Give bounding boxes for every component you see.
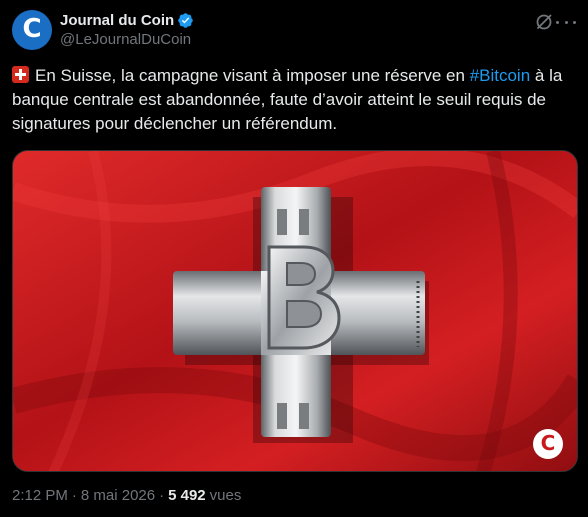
swiss-bitcoin-cross-illustration <box>13 151 577 471</box>
avatar[interactable]: C <box>12 10 52 50</box>
post-date[interactable]: 8 mai 2026 <box>81 487 155 504</box>
grok-icon[interactable] <box>534 12 554 32</box>
more-options-icon[interactable] <box>556 12 576 32</box>
author-names: Journal du Coin @LeJournalDuCoin <box>60 10 194 48</box>
verified-badge-icon <box>178 12 193 28</box>
tweet-text-before: En Suisse, la campagne visant à imposer … <box>35 66 470 85</box>
post-time[interactable]: 2:12 PM <box>12 487 68 504</box>
avatar-letter: C <box>22 14 42 44</box>
tweet-image[interactable]: C <box>12 150 578 472</box>
handle[interactable]: @LeJournalDuCoin <box>60 31 194 48</box>
tweet: C Journal du Coin @LeJournalDuCoin En Su… <box>0 0 588 517</box>
tweet-meta: 2:12 PM · 8 mai 2026 · 5 492 vues <box>12 485 241 505</box>
tweet-header: C Journal du Coin @LeJournalDuCoin <box>12 8 576 52</box>
watermark-logo-icon: C <box>533 429 563 459</box>
swiss-flag-icon <box>12 66 29 83</box>
tweet-text: En Suisse, la campagne visant à imposer … <box>12 64 578 136</box>
views-label: vues <box>209 486 242 504</box>
hashtag-link[interactable]: #Bitcoin <box>470 66 530 85</box>
meta-separator: · <box>71 486 77 504</box>
meta-separator: · <box>159 486 165 504</box>
views-count: 5 492 <box>168 486 206 504</box>
display-name[interactable]: Journal du Coin <box>60 12 174 29</box>
